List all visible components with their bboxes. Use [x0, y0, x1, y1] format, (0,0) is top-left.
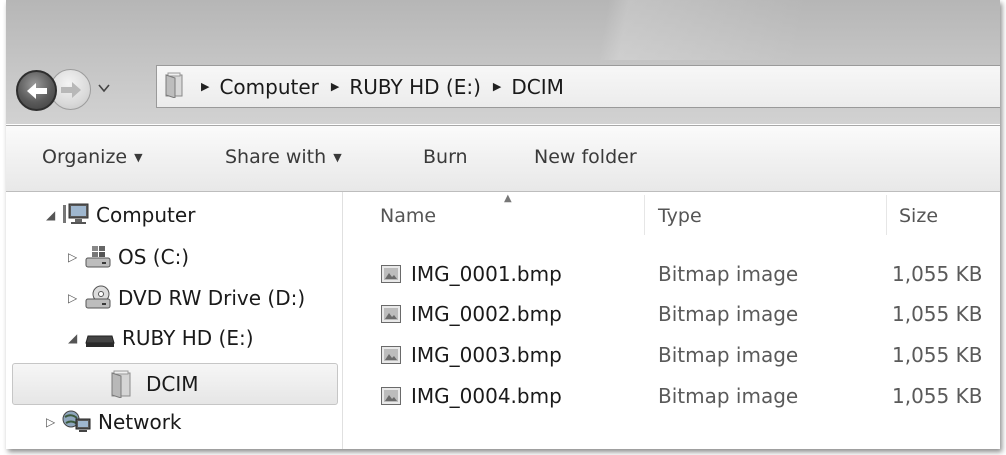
dvd-drive-icon	[85, 285, 111, 309]
chevron-down-icon	[98, 84, 110, 93]
file-name: IMG_0004.bmp	[411, 384, 562, 408]
file-size: 1,055 KB	[892, 384, 983, 408]
expand-triangle-icon[interactable]: ▷	[68, 291, 82, 305]
removable-drive-icon	[85, 335, 115, 347]
computer-icon	[63, 203, 89, 224]
address-bar[interactable]: ▶ Computer ▶ RUBY HD (E:) ▶ DCIM	[156, 65, 1000, 108]
file-type: Bitmap image	[658, 343, 799, 367]
tree-item-dvd-drive[interactable]: ▷ DVD RW Drive (D:)	[68, 285, 305, 311]
command-bar: Organize ▼ Share with ▼ Burn New folder	[6, 125, 1000, 192]
tree-item-dcim[interactable]: DCIM	[110, 370, 199, 398]
folder-icon	[111, 370, 131, 398]
tree-item-computer[interactable]: ◢ Computer	[46, 203, 195, 227]
breadcrumb-separator-icon[interactable]: ▶	[201, 80, 209, 93]
file-size: 1,055 KB	[892, 302, 983, 326]
tree-item-ruby-hd[interactable]: ◢ RUBY HD (E:)	[68, 326, 254, 350]
network-icon	[62, 410, 91, 432]
new-folder-label: New folder	[534, 146, 637, 168]
breadcrumb-separator-icon[interactable]: ▶	[493, 80, 501, 93]
breadcrumb-dcim[interactable]: DCIM	[511, 75, 564, 99]
back-button[interactable]	[16, 70, 57, 111]
file-type: Bitmap image	[658, 302, 799, 326]
column-divider[interactable]	[644, 195, 645, 235]
collapse-triangle-icon[interactable]: ◢	[68, 331, 82, 345]
collapse-triangle-icon[interactable]: ◢	[46, 208, 60, 222]
tree-label-ruby: RUBY HD (E:)	[122, 326, 254, 350]
burn-label: Burn	[423, 146, 468, 168]
organize-menu[interactable]: Organize ▼	[42, 146, 143, 168]
back-arrow-icon	[26, 82, 47, 99]
tree-item-network[interactable]: ▷ Network	[46, 410, 182, 434]
breadcrumb-separator-icon[interactable]: ▶	[331, 80, 339, 93]
file-size: 1,055 KB	[892, 262, 983, 286]
column-header-size[interactable]: Size	[899, 205, 938, 227]
file-name: IMG_0003.bmp	[411, 343, 562, 367]
breadcrumb: ▶ Computer ▶ RUBY HD (E:) ▶ DCIM	[195, 66, 564, 107]
column-header-name[interactable]: Name	[380, 205, 436, 227]
file-type: Bitmap image	[658, 384, 799, 408]
recent-pages-button[interactable]	[96, 80, 112, 96]
folder-icon	[165, 72, 187, 102]
expand-triangle-icon[interactable]: ▷	[68, 250, 82, 264]
tree-item-os-drive[interactable]: ▷ OS (C:)	[68, 244, 189, 270]
explorer-window: ▶ Computer ▶ RUBY HD (E:) ▶ DCIM Organiz…	[6, 0, 1000, 449]
bitmap-file-icon	[381, 387, 401, 405]
tree-label-dcim: DCIM	[146, 372, 199, 396]
breadcrumb-computer[interactable]: Computer	[219, 75, 318, 99]
tree-label-network: Network	[98, 410, 182, 434]
expand-triangle-icon[interactable]: ▷	[46, 415, 60, 429]
share-with-label: Share with	[225, 146, 327, 168]
forward-arrow-icon	[60, 81, 81, 98]
column-divider[interactable]	[886, 195, 887, 235]
file-size: 1,055 KB	[892, 343, 983, 367]
organize-label: Organize	[42, 146, 128, 168]
caret-down-icon: ▼	[134, 150, 143, 164]
column-header-type[interactable]: Type	[658, 205, 702, 227]
tree-label-dvd: DVD RW Drive (D:)	[118, 286, 306, 310]
bitmap-file-icon	[381, 305, 401, 323]
tree-label-os: OS (C:)	[118, 245, 190, 269]
tree-label-computer: Computer	[96, 203, 196, 227]
bitmap-file-icon	[381, 265, 401, 283]
new-folder-button[interactable]: New folder	[534, 146, 637, 168]
file-name: IMG_0001.bmp	[411, 262, 562, 286]
file-type: Bitmap image	[658, 262, 799, 286]
share-with-menu[interactable]: Share with ▼	[225, 146, 342, 168]
file-name: IMG_0002.bmp	[411, 302, 562, 326]
breadcrumb-ruby-hd[interactable]: RUBY HD (E:)	[349, 75, 481, 99]
bitmap-file-icon	[381, 346, 401, 364]
windows-drive-icon	[85, 246, 111, 268]
caret-down-icon: ▼	[333, 150, 342, 164]
sort-ascending-icon: ▲	[504, 193, 512, 204]
burn-button[interactable]: Burn	[423, 146, 468, 168]
